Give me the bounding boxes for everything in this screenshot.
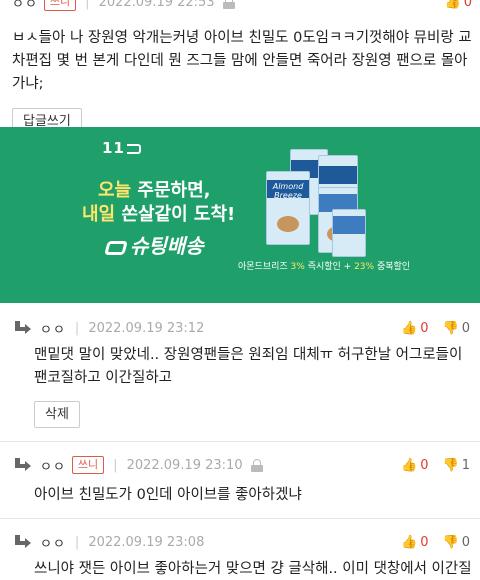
comment-meta: ㅇㅇ 쓰니 | 2022.09.19 22:53 👍 0 [12,0,472,14]
reply-arrow-icon [12,457,32,473]
lock-icon [250,458,263,472]
comment-author[interactable]: ㅇㅇ [40,533,66,552]
thumb-down-icon: 👎 [442,534,459,550]
shooting-delivery-icon [104,240,128,255]
comment-date: 2022.09.19 23:10 [126,457,243,473]
downvote-count: 0 [461,534,470,550]
downvote-count: 1 [461,457,470,473]
lock-icon [222,0,235,9]
comment-author[interactable]: ㅇㅇ [40,456,66,475]
ad-headline-2-rest: 쏜살같이 도착! [115,204,236,225]
downvote-count: 0 [461,320,470,336]
reply-comment: ㅇㅇ 쓰니 | 2022.09.19 23:10 👍 0 👎 1 아이브 친밀도가 … [12,453,470,507]
thumb-down-icon: 👎 [442,320,459,336]
meta-separator: | [74,320,80,336]
ad-banner[interactable]: 11 오늘 주문하면, 내일 쏜살같이 도착! 슈팅배송 Almond Bree… [0,127,480,303]
meta-separator: | [113,457,118,473]
comment-meta: ㅇㅇ 쓰니 | 2022.09.19 23:10 👍 0 👎 1 [12,453,470,477]
vote-box: 👍 0 👎 1 [401,458,470,473]
vote-box: 👍 0 👎 0 [401,535,470,550]
comment-divider [0,518,480,519]
comment-author[interactable]: ㅇㅇ [40,319,66,338]
ad-headline-1-rest: 주문하면, [131,180,211,201]
thumb-down-icon: 👎 [442,457,459,473]
comment-text: 아이브 친밀도가 0인데 아이브를 좋아하겠냐 [34,487,302,503]
downvote-button[interactable]: 👎 1 [443,458,470,473]
ad-headline-1-highlight: 오늘 [98,180,132,201]
ad-caption: 아몬드브리즈 3% 즉시할인 + 23% 중복할인 [238,259,410,272]
comment-meta: ㅇㅇ | 2022.09.19 23:08 👍 0 👎 0 [12,530,470,554]
comment-text: ㅂㅅ들아 나 장원영 악개는커녕 아이브 친밀도 0도임ㅋㅋ기껏해야 뮤비랑 교… [12,30,472,92]
author-badge: 쓰니 [43,0,77,11]
thumb-up-icon: 👍 [401,320,418,336]
ad-brand-text: 슈팅배송 [130,234,204,258]
comment-date: 2022.09.19 23:08 [88,534,205,550]
meta-separator: | [74,534,80,550]
reply-comment: ㅇㅇ | 2022.09.19 23:08 👍 0 👎 0 쓰니야 잿든 아이브 좋… [12,530,470,580]
comment-divider [0,441,480,442]
upvote-button[interactable]: 👍 0 [401,321,428,336]
upvote-count: 0 [420,534,429,550]
top-comment: ㅇㅇ 쓰니 | 2022.09.19 22:53 👍 0 ㅂㅅ들아 나 장원영 악… [12,0,472,135]
upvote-count: 0 [420,320,429,336]
thumb-up-icon: 👍 [444,0,461,10]
downvote-button[interactable]: 👎 0 [443,321,470,336]
comment-meta: ㅇㅇ | 2022.09.19 23:12 👍 0 👎 0 [12,316,470,340]
upvote-button[interactable]: 👍 0 [445,0,472,10]
ad-caption-suffix: 중복할인 [374,262,411,272]
ad-caption-prefix: 아몬드브리즈 [238,262,291,272]
ad-headline-2: 내일 쏜살같이 도착! [82,200,235,226]
ad-caption-discount-1: 3% [290,262,305,272]
ad-headline-2-highlight: 내일 [82,204,116,225]
reply-comment: ㅇㅇ | 2022.09.19 23:12 👍 0 👎 0 맨밑댓 말이 맞았네..… [12,316,470,428]
comment-date: 2022.09.19 22:53 [98,0,215,10]
thumb-up-icon: 👍 [401,534,418,550]
ad-logo-box [126,143,141,154]
comment-text: 맨밑댓 말이 맞았네.. 장원영팬들은 원죄임 대체ㅠ 허구한날 어그로들이 팬… [34,347,463,386]
reply-arrow-icon [12,320,32,336]
product-carton-right-2 [332,209,366,257]
ad-logo: 11 [102,139,141,157]
author-badge: 쓰니 [71,456,105,474]
carton-label: Almond Breeze [272,182,304,200]
ad-caption-discount-2: 23% [354,262,375,272]
comment-author[interactable]: ㅇㅇ [12,0,38,12]
upvote-count: 0 [463,0,472,10]
product-carton-front: Almond Breeze [266,171,310,245]
vote-box: 👍 0 👎 0 [401,321,470,336]
vote-box: 👍 0 [445,0,472,10]
ad-brand: 슈팅배송 [104,230,204,259]
meta-separator: | [85,0,90,10]
comment-text: 쓰니야 잿든 아이브 좋아하는거 맞으면 걍 글삭해.. 이미 댓창에서 이간질… [34,561,470,577]
ad-caption-mid: 즉시할인 + [304,262,355,272]
downvote-button[interactable]: 👎 0 [443,535,470,550]
upvote-button[interactable]: 👍 0 [401,458,428,473]
reply-arrow-icon [12,534,32,550]
delete-button[interactable]: 삭제 [34,401,80,428]
upvote-button[interactable]: 👍 0 [401,535,428,550]
upvote-count: 0 [420,457,429,473]
ad-headline-1: 오늘 주문하면, [98,176,210,202]
thumb-up-icon: 👍 [401,457,418,473]
comment-date: 2022.09.19 23:12 [88,320,205,336]
ad-logo-text: 11 [102,139,125,157]
